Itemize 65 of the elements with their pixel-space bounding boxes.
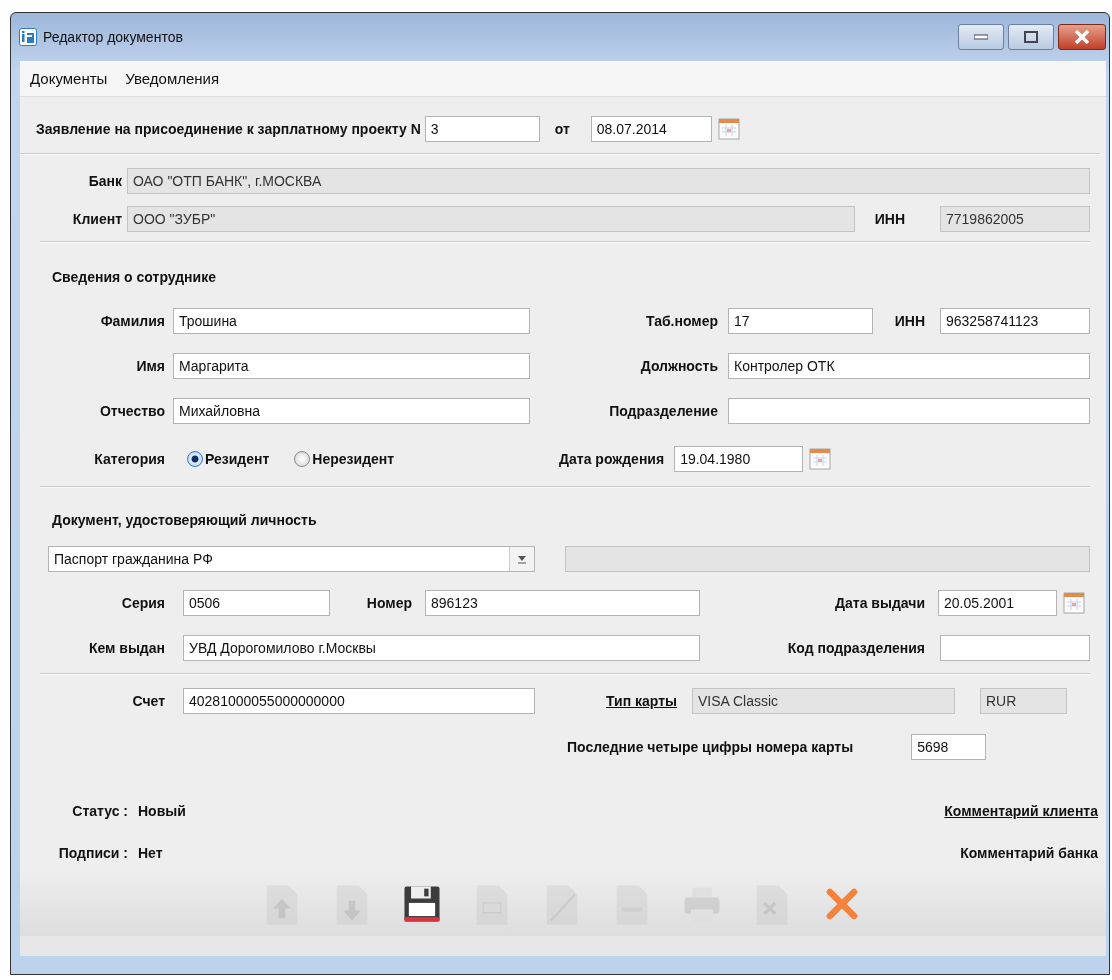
calendar-icon[interactable] [809, 448, 832, 470]
first-name-field[interactable]: Маргарита [173, 353, 530, 379]
menu-item[interactable]: Уведомления [125, 70, 220, 87]
caret-icon[interactable] [509, 547, 534, 571]
field-label: Категория [93, 451, 165, 467]
app-icon [19, 28, 37, 46]
number-field[interactable]: 3 [424, 116, 540, 142]
field-label: Фамилия [99, 313, 165, 329]
field-label: Клиент [71, 211, 122, 227]
field-label: Дата рождения [558, 451, 665, 467]
form-title: Заявление на присоединение к зарплатному проекту N [36, 121, 421, 137]
birth-date-field[interactable]: 19.04.1980 [674, 446, 804, 472]
radio-label: Резидент [205, 451, 270, 467]
field-label: ИНН [873, 211, 905, 227]
minimize-icon [974, 34, 988, 40]
field-label: Последние четыре цифры номера карты [567, 739, 854, 755]
calendar-icon[interactable] [1063, 592, 1085, 614]
radio-button[interactable] [187, 451, 203, 467]
maximize-icon [1024, 31, 1038, 43]
field-label: Дата выдачи [834, 595, 925, 611]
department-field[interactable] [728, 398, 1090, 424]
status-value: Новый [138, 803, 186, 819]
series-field[interactable]: 0506 [183, 590, 330, 616]
close-button[interactable] [1058, 24, 1106, 50]
window-title: Редактор документов [43, 29, 183, 45]
field-label: Серия [120, 595, 165, 611]
calendar-icon[interactable] [717, 118, 740, 140]
field-label: Таб.номер [644, 313, 718, 329]
division-code-field[interactable] [940, 635, 1090, 661]
field-label: Счет [131, 693, 165, 709]
minimize-button[interactable] [958, 24, 1004, 50]
close-icon [1074, 30, 1090, 44]
patronymic-field[interactable]: Михайловна [173, 398, 530, 424]
issued-by-field[interactable]: УВД Дорогомилово г.Москвы [183, 635, 700, 661]
maximize-button[interactable] [1008, 24, 1054, 50]
field-label: Должность [639, 358, 718, 374]
issue-date-field[interactable]: 20.05.2001 [938, 590, 1057, 616]
field-label: ИНН [893, 313, 925, 329]
section-heading: Сведения о сотруднике [52, 269, 216, 285]
comment-label: Комментарий банка [960, 845, 1098, 861]
field-label: Отчество [98, 403, 165, 419]
comment-link[interactable]: Комментарий клиента [944, 803, 1098, 819]
account-field[interactable]: 40281000055000000000 [183, 688, 535, 714]
field-label: Номер [365, 595, 412, 611]
status-label: Подписи : [57, 845, 128, 861]
field-label: Кем выдан [87, 640, 165, 656]
inn-field[interactable]: 963258741123 [940, 308, 1090, 334]
status-label: Статус : [71, 803, 128, 819]
field-label: Код подразделения [786, 640, 925, 656]
radio-label: Нерезидент [312, 451, 395, 467]
radio-button[interactable] [294, 451, 311, 467]
field-label: Подразделение [608, 403, 718, 419]
field-label: от [554, 121, 571, 137]
section-heading: Документ, удостоверяющий личность [52, 512, 317, 528]
surname-field[interactable]: Трошина [173, 308, 530, 334]
tab-number-field[interactable]: 17 [728, 308, 873, 334]
number-field[interactable]: 896123 [425, 590, 700, 616]
status-value: Нет [138, 845, 163, 861]
menu-item[interactable]: Документы [30, 70, 108, 87]
card-digits-field[interactable]: 5698 [911, 734, 987, 760]
position-field[interactable]: Контролер ОТК [728, 353, 1090, 379]
field-label: Имя [135, 358, 165, 374]
date-field[interactable]: 08.07.2014 [590, 116, 712, 142]
document-type-dropdown[interactable]: Паспорт гражданина РФ [48, 546, 535, 572]
field-label: Банк [87, 173, 122, 189]
